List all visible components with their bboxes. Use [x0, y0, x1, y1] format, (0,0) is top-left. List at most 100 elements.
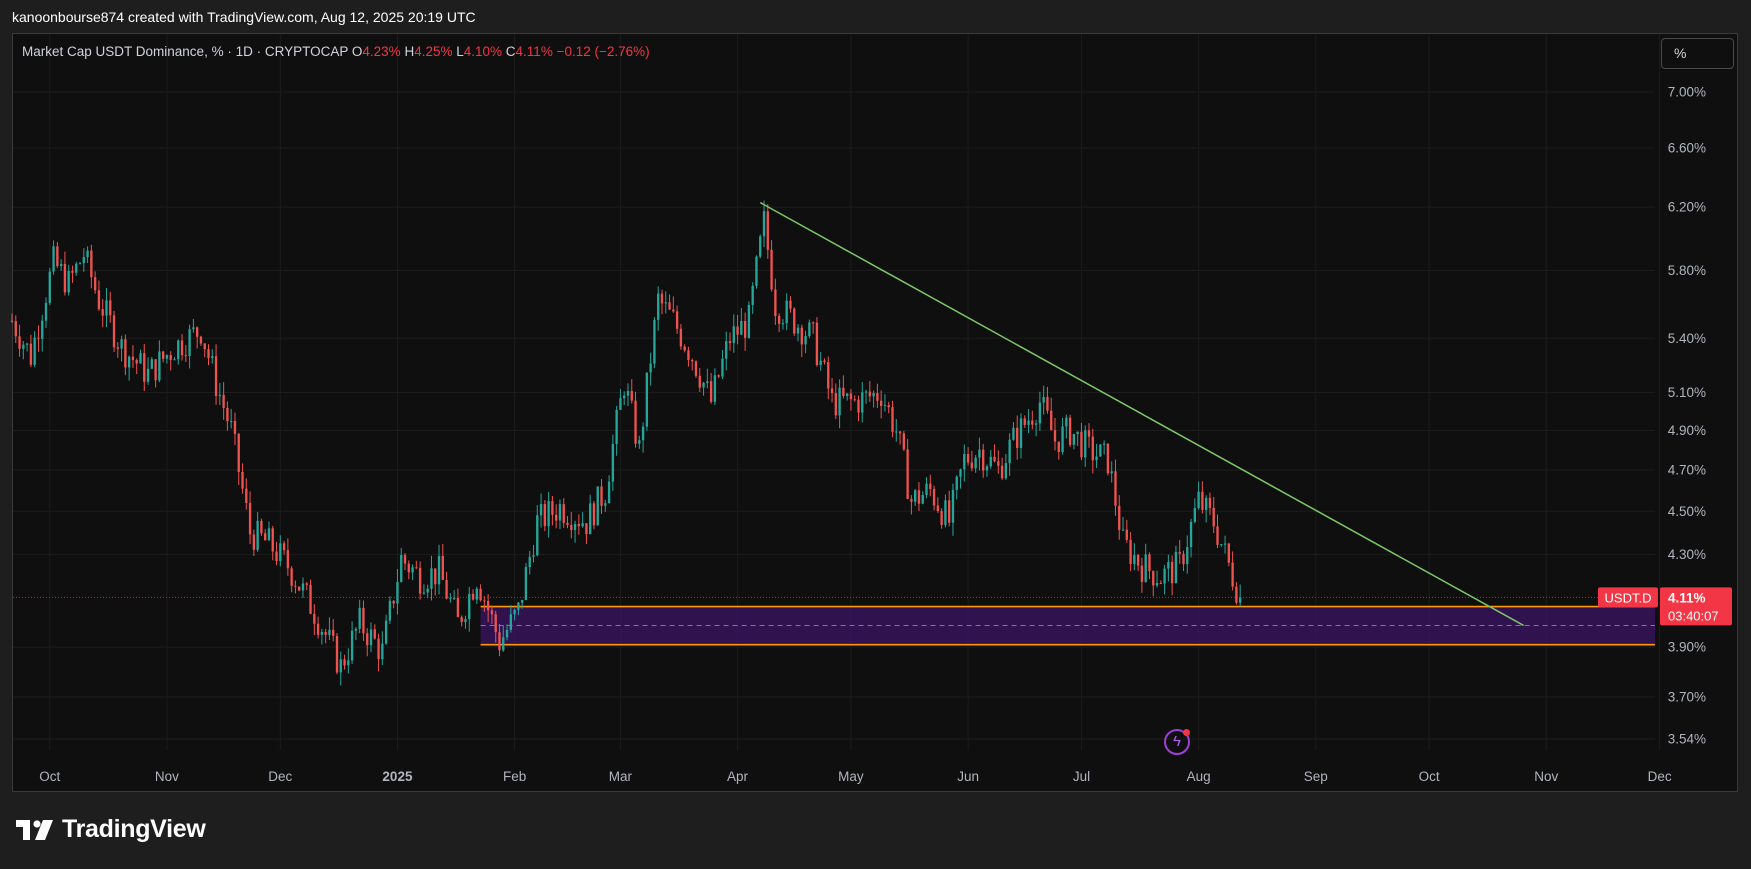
- candle-body: [917, 490, 921, 504]
- candle-body: [10, 320, 14, 322]
- candle-body: [441, 555, 444, 580]
- candle-body: [1053, 430, 1057, 442]
- candle-body: [766, 211, 769, 250]
- candle-body: [932, 488, 936, 506]
- candle-body: [1099, 444, 1102, 457]
- candle-body: [691, 359, 694, 362]
- candle-body: [335, 635, 339, 673]
- candle-body: [626, 390, 630, 396]
- candle-body: [445, 579, 448, 599]
- candle-body: [199, 336, 203, 344]
- candle-body: [547, 501, 550, 526]
- support-zone: [480, 605, 1655, 646]
- candle-body: [1000, 465, 1004, 479]
- candle-body: [857, 399, 860, 413]
- candle-body: [925, 483, 928, 495]
- candle-body: [1038, 402, 1042, 424]
- candle-body: [230, 420, 233, 422]
- candle-body: [1008, 439, 1011, 464]
- candle-body: [732, 326, 735, 344]
- candle-body: [1050, 410, 1053, 431]
- candle-body: [241, 472, 244, 489]
- candle-body: [615, 409, 618, 444]
- candle-body: [623, 395, 626, 399]
- candle-body: [418, 567, 422, 594]
- x-tick-label: Jul: [1073, 769, 1090, 784]
- candle-body: [158, 351, 161, 381]
- candle-body: [1102, 443, 1106, 445]
- candle-body: [1012, 427, 1015, 440]
- y-tick-label: 3.54%: [1668, 732, 1706, 747]
- candle-body: [422, 592, 426, 594]
- tradingview-logo[interactable]: TradingView: [16, 815, 206, 844]
- candle-body: [165, 355, 169, 359]
- candle-body: [528, 556, 531, 568]
- candle-body: [585, 523, 588, 535]
- candle-body: [1216, 526, 1219, 545]
- candle-body: [86, 250, 89, 258]
- candle-body: [1197, 491, 1200, 509]
- candle-body: [702, 382, 705, 388]
- candle-body: [721, 358, 724, 377]
- candle-body: [827, 362, 830, 389]
- candle-body: [551, 501, 554, 515]
- candle-body: [581, 523, 584, 527]
- price-chart[interactable]: 7.00% 6.60% 6.20% 5.80% 5.40% 5.10% 4.90% 4.70%…: [0, 0, 1751, 869]
- candle-body: [970, 462, 974, 469]
- candle-body: [1148, 554, 1151, 572]
- candle-body: [362, 607, 365, 634]
- candle-body: [214, 356, 218, 396]
- candle-body: [604, 503, 607, 506]
- candle-body: [180, 340, 184, 356]
- candle-body: [135, 360, 138, 364]
- candle-body: [687, 350, 690, 360]
- candle-body: [672, 309, 675, 312]
- candle-body: [520, 599, 524, 603]
- candle-body: [683, 346, 686, 351]
- candle-body: [978, 449, 981, 458]
- candle-body: [1023, 418, 1026, 425]
- candle-body: [562, 504, 565, 523]
- candle-body: [33, 337, 36, 365]
- candle-body: [426, 588, 429, 593]
- x-tick-label: Apr: [727, 769, 749, 784]
- candle-body: [789, 300, 792, 309]
- price-tag-countdown: 03:40:07: [1668, 608, 1719, 623]
- candle-body: [339, 659, 342, 673]
- candle-body: [793, 308, 796, 334]
- candle-body: [1091, 436, 1094, 461]
- y-tick-label: 4.70%: [1668, 463, 1706, 478]
- candle-body: [815, 322, 819, 366]
- candle-body: [902, 433, 906, 450]
- candle-body: [309, 584, 312, 614]
- y-tick-label: 5.10%: [1668, 385, 1706, 400]
- candle-body: [1068, 417, 1072, 445]
- candle-body: [611, 443, 615, 482]
- legend-open: 4.23%: [362, 44, 401, 59]
- candle-body: [1227, 543, 1231, 563]
- candle-body: [747, 304, 751, 338]
- candle-body: [373, 629, 376, 639]
- candle-body: [879, 400, 883, 406]
- candle-body: [819, 360, 822, 366]
- candle-body: [543, 504, 547, 526]
- candle-body: [921, 494, 924, 504]
- notification-dot: [1183, 729, 1190, 736]
- candle-body: [1182, 553, 1185, 565]
- candle-body: [502, 637, 505, 651]
- candle-body: [1004, 463, 1008, 479]
- x-tick-label: Feb: [503, 769, 526, 784]
- candle-body: [347, 660, 350, 666]
- y-tick-label: 6.60%: [1668, 140, 1706, 155]
- candle-body: [430, 568, 433, 589]
- legend-high: 4.25%: [414, 44, 453, 59]
- percent-scale-button[interactable]: %: [1661, 38, 1734, 69]
- candle-body: [78, 263, 82, 265]
- candle-body: [1110, 471, 1113, 474]
- candle-body: [1189, 521, 1193, 548]
- candle-body: [974, 457, 977, 469]
- candle-body: [112, 315, 116, 348]
- y-tick-label: 3.70%: [1668, 690, 1706, 705]
- candle-body: [1072, 434, 1076, 445]
- candle-body: [1076, 431, 1079, 435]
